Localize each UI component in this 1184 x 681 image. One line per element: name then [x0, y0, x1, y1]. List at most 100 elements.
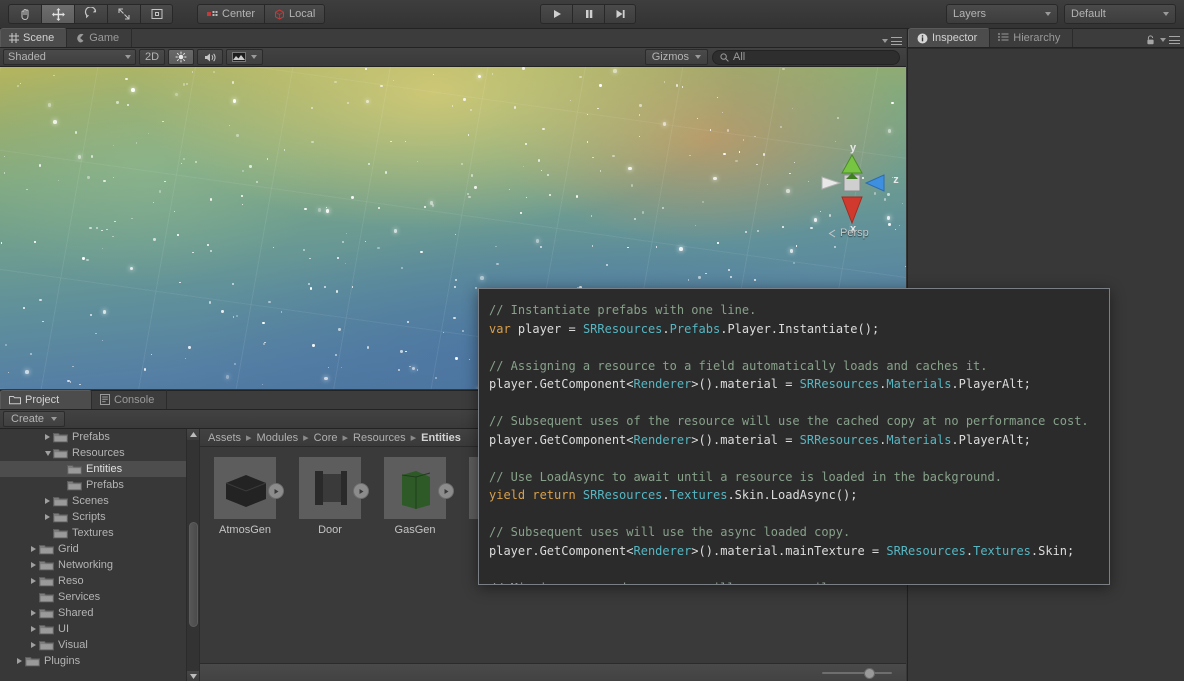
gizmos-dropdown[interactable]: Gizmos	[644, 49, 708, 65]
tree-item-ui[interactable]: UI	[0, 621, 199, 637]
tree-disclosure-icon[interactable]	[28, 546, 39, 552]
thumbnail-size-slider[interactable]	[822, 668, 892, 679]
code-token-cls: Renderer	[633, 432, 692, 447]
draw-mode-dropdown[interactable]: Shaded	[3, 49, 136, 65]
tree-item-prefabs[interactable]: Prefabs	[0, 429, 199, 445]
space-mode-button[interactable]: Local	[264, 4, 326, 24]
create-button[interactable]: Create	[3, 411, 66, 427]
transform-tool-group	[8, 4, 173, 24]
tree-item-scenes[interactable]: Scenes	[0, 493, 199, 509]
scroll-up-arrow[interactable]	[187, 429, 199, 440]
layout-dropdown[interactable]: Default	[1064, 4, 1176, 24]
star	[352, 286, 354, 288]
tab-console[interactable]: Console	[92, 390, 168, 409]
project-folder-tree[interactable]: Prefabs Resources Entities Prefabs Scenes Scr…	[0, 429, 200, 681]
tree-disclosure-icon[interactable]	[42, 450, 53, 456]
hand-tool-button[interactable]	[8, 4, 41, 24]
rotate-tool-button[interactable]	[74, 4, 107, 24]
tree-disclosure-icon[interactable]	[28, 610, 39, 616]
tree-item-plugins[interactable]: Plugins	[0, 653, 199, 669]
tab-project[interactable]: Project	[0, 390, 92, 409]
tree-item-visual[interactable]: Visual	[0, 637, 199, 653]
lighting-toggle-button[interactable]	[168, 49, 195, 65]
tree-item-networking[interactable]: Networking	[0, 557, 199, 573]
star	[162, 121, 164, 123]
star	[112, 176, 115, 179]
code-token-pln: player.GetComponent<	[489, 432, 634, 447]
asset-thumbnail[interactable]	[299, 457, 369, 519]
tree-disclosure-icon[interactable]	[14, 658, 25, 664]
slider-knob[interactable]	[864, 668, 875, 679]
audio-icon	[204, 53, 216, 61]
code-token-pln: player	[517, 321, 569, 336]
tree-item-scripts[interactable]: Scripts	[0, 509, 199, 525]
star	[792, 261, 795, 265]
2d-toggle-button[interactable]: 2D	[139, 49, 166, 65]
star	[114, 220, 116, 223]
tree-item-reso[interactable]: Reso	[0, 573, 199, 589]
breadcrumb-separator-icon: ▸	[246, 432, 252, 444]
star	[390, 140, 392, 143]
star	[337, 257, 339, 259]
tree-item-entities[interactable]: Entities	[0, 461, 199, 477]
tree-disclosure-icon[interactable]	[42, 498, 53, 504]
camera-projection-label[interactable]: Persp	[828, 227, 869, 239]
breadcrumb-item[interactable]: Assets	[208, 432, 241, 444]
tree-item-grid[interactable]: Grid	[0, 541, 199, 557]
star	[249, 165, 252, 168]
inspector-panel-menu[interactable]	[1146, 35, 1180, 45]
star	[460, 162, 464, 165]
code-token-pln: >().material.mainTexture =	[691, 543, 887, 558]
tab-game[interactable]: Game	[67, 28, 133, 47]
tree-item-services[interactable]: Services	[0, 589, 199, 605]
scroll-thumb[interactable]	[189, 522, 198, 627]
star	[342, 241, 344, 243]
tab-hierarchy[interactable]: Hierarchy	[990, 28, 1074, 47]
tree-item-prefabs[interactable]: Prefabs	[0, 477, 199, 493]
tree-disclosure-icon[interactable]	[28, 626, 39, 632]
tree-disclosure-icon[interactable]	[42, 514, 53, 520]
step-button[interactable]	[604, 4, 636, 24]
scene-panel-menu[interactable]	[882, 37, 902, 45]
asset-item[interactable]: AtmosGen	[214, 457, 284, 662]
star	[548, 193, 552, 197]
breadcrumb-item[interactable]: Core	[314, 432, 338, 444]
asset-expand-badge[interactable]	[353, 483, 369, 499]
asset-thumbnail[interactable]	[214, 457, 284, 519]
asset-item[interactable]: GasGen	[384, 457, 454, 662]
asset-item[interactable]: Door	[299, 457, 369, 662]
tree-disclosure-icon[interactable]	[42, 434, 53, 440]
lock-icon[interactable]	[1146, 35, 1155, 45]
tree-disclosure-icon[interactable]	[28, 642, 39, 648]
play-button[interactable]	[540, 4, 572, 24]
scale-tool-button[interactable]	[107, 4, 140, 24]
effects-toggle-button[interactable]	[226, 49, 264, 65]
audio-toggle-button[interactable]	[197, 49, 224, 65]
tree-item-textures[interactable]: Textures	[0, 525, 199, 541]
star	[524, 142, 528, 145]
menu-icon	[1169, 36, 1180, 44]
asset-thumbnail[interactable]	[384, 457, 454, 519]
tab-scene[interactable]: Scene	[0, 28, 68, 47]
scroll-down-arrow[interactable]	[187, 671, 199, 681]
tree-item-shared[interactable]: Shared	[0, 605, 199, 621]
tree-item-resources[interactable]: Resources	[0, 445, 199, 461]
pause-button[interactable]	[572, 4, 604, 24]
tab-inspector[interactable]: Inspector	[908, 28, 991, 47]
code-token-pln: >().material =	[691, 377, 800, 391]
tree-scrollbar[interactable]	[186, 429, 199, 681]
pivot-mode-button[interactable]: Center	[197, 4, 265, 24]
move-tool-button[interactable]	[41, 4, 74, 24]
breadcrumb-item[interactable]: Entities	[421, 432, 461, 444]
star	[57, 179, 60, 182]
tree-disclosure-icon[interactable]	[28, 562, 39, 568]
breadcrumb-item[interactable]: Modules	[257, 432, 299, 444]
star	[592, 156, 594, 158]
breadcrumb-item[interactable]: Resources	[353, 432, 406, 444]
layers-dropdown[interactable]: Layers	[946, 4, 1058, 24]
asset-expand-badge[interactable]	[268, 483, 284, 499]
tree-disclosure-icon[interactable]	[28, 578, 39, 584]
scene-search-input[interactable]: All	[712, 49, 900, 65]
rect-tool-button[interactable]	[140, 4, 173, 24]
asset-expand-badge[interactable]	[438, 483, 454, 499]
